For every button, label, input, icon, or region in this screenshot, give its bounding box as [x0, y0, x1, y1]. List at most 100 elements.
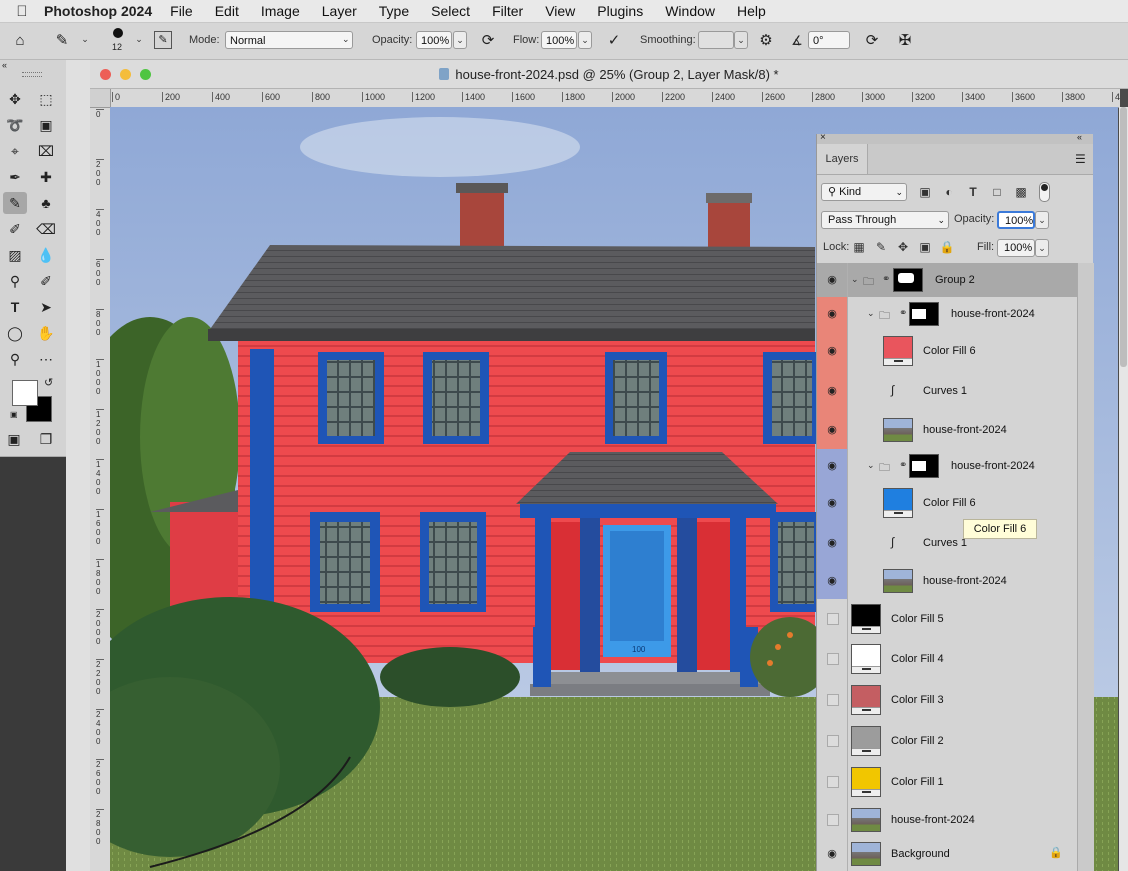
- menu-help[interactable]: Help: [737, 3, 766, 19]
- fill-thumbnail[interactable]: [851, 644, 881, 674]
- eye-icon[interactable]: ◉: [825, 459, 839, 472]
- mode-select[interactable]: Normal: [225, 31, 353, 49]
- blur-tool-icon[interactable]: 💧: [34, 244, 58, 266]
- brush-icon[interactable]: ✎: [52, 31, 72, 51]
- marquee-tool-icon[interactable]: ⬚: [34, 88, 58, 110]
- menu-image[interactable]: Image: [261, 3, 300, 19]
- pressure-size-icon[interactable]: ⟳: [862, 31, 882, 51]
- layer-row-color-fill-5[interactable]: Color Fill 5: [817, 599, 1077, 640]
- layer-row-color-fill-4[interactable]: Color Fill 4: [817, 639, 1077, 681]
- menu-window[interactable]: Window: [665, 3, 715, 19]
- crop-tool-icon[interactable]: ⌖: [3, 140, 27, 162]
- fill-thumbnail[interactable]: [851, 604, 881, 634]
- chevron-down-icon[interactable]: ⌄: [867, 460, 875, 471]
- horizontal-ruler[interactable]: 0 200 400 600 800 1000 1200 1400 1600 1800 2000 220…: [110, 89, 1120, 108]
- eye-icon[interactable]: ◉: [825, 574, 839, 587]
- visibility-toggle[interactable]: [827, 653, 839, 665]
- filter-adjustment-icon[interactable]: ◐: [941, 184, 957, 200]
- default-colors-icon[interactable]: ▣: [10, 410, 18, 419]
- eyedropper-tool-icon[interactable]: ✒: [3, 166, 27, 188]
- eye-icon[interactable]: ◉: [825, 496, 839, 509]
- link-icon[interactable]: ⚭: [882, 274, 890, 285]
- lock-artboard-icon[interactable]: ▣: [917, 239, 933, 255]
- fill-dropdown-icon[interactable]: ⌄: [1035, 239, 1049, 257]
- menu-file[interactable]: File: [170, 3, 193, 19]
- eye-icon[interactable]: ◉: [825, 344, 839, 357]
- layer-row-group-house-front-blue[interactable]: ◉ ⌄ 🗀 ⚭ house-front-2024: [817, 449, 1077, 484]
- image-thumbnail[interactable]: [883, 569, 913, 593]
- layer-opacity-dropdown-icon[interactable]: ⌄: [1035, 211, 1049, 229]
- layer-row-background[interactable]: ◉ Background 🔒: [817, 838, 1077, 871]
- brush-tool-dropdown-icon[interactable]: ⌄: [78, 31, 92, 49]
- menu-edit[interactable]: Edit: [215, 3, 239, 19]
- eye-icon[interactable]: ◉: [825, 423, 839, 436]
- visibility-toggle[interactable]: [827, 735, 839, 747]
- visibility-toggle[interactable]: [827, 613, 839, 625]
- type-tool-icon[interactable]: T: [3, 296, 27, 318]
- lock-image-icon[interactable]: ✎: [873, 239, 889, 255]
- foreground-color-swatch[interactable]: [12, 380, 38, 406]
- opacity-dropdown-icon[interactable]: ⌄: [453, 31, 467, 49]
- layers-scrollbar[interactable]: [1077, 263, 1094, 871]
- blend-mode-select[interactable]: Pass Through ⌄: [821, 211, 949, 229]
- move-tool-icon[interactable]: ✥: [3, 88, 27, 110]
- image-thumbnail[interactable]: [851, 808, 881, 832]
- menu-plugins[interactable]: Plugins: [597, 3, 643, 19]
- layer-mask-thumbnail[interactable]: [909, 302, 939, 326]
- layer-row-color-fill-6-blue[interactable]: ◉ Color Fill 6: [817, 483, 1077, 524]
- image-thumbnail[interactable]: [851, 842, 881, 866]
- link-icon[interactable]: ⚭: [899, 460, 907, 471]
- link-icon[interactable]: ⚭: [899, 308, 907, 319]
- symmetry-icon[interactable]: ✠: [895, 31, 915, 51]
- fill-thumbnail[interactable]: [851, 685, 881, 715]
- layer-row-group-house-front-red[interactable]: ◉ ⌄ 🗀 ⚭ house-front-2024: [817, 297, 1077, 332]
- layer-row-house-front-blue[interactable]: ◉ house-front-2024: [817, 563, 1077, 600]
- object-select-tool-icon[interactable]: ▣: [34, 114, 58, 136]
- hand-tool-icon[interactable]: ✋: [34, 322, 58, 344]
- fill-thumbnail[interactable]: [851, 767, 881, 797]
- ruler-origin[interactable]: [90, 89, 111, 108]
- lock-transparent-icon[interactable]: ▦: [851, 239, 867, 255]
- airbrush-icon[interactable]: ✓: [604, 31, 624, 51]
- layer-row-house-front-base[interactable]: house-front-2024: [817, 803, 1077, 839]
- brush-preview-icon[interactable]: [113, 28, 123, 38]
- stamp-tool-icon[interactable]: ♣: [34, 192, 58, 214]
- fill-thumbnail[interactable]: [851, 726, 881, 756]
- layer-mask-thumbnail[interactable]: [909, 454, 939, 478]
- image-thumbnail[interactable]: [883, 418, 913, 442]
- filter-kind-select[interactable]: ⚲ Kind ⌄: [821, 183, 907, 201]
- angle-field[interactable]: 0°: [808, 31, 850, 49]
- eye-icon[interactable]: ◉: [825, 536, 839, 549]
- fill-thumbnail[interactable]: [883, 336, 913, 366]
- layer-row-color-fill-1[interactable]: Color Fill 1: [817, 762, 1077, 804]
- layer-row-curves-1-red[interactable]: ◉ ∫ Curves 1: [817, 371, 1077, 412]
- layer-opacity-field[interactable]: 100%: [997, 211, 1035, 229]
- gear-icon[interactable]: ⚙: [756, 31, 776, 51]
- healing-brush-tool-icon[interactable]: ✚: [34, 166, 58, 188]
- filter-smart-object-icon[interactable]: ▩: [1013, 184, 1029, 200]
- screen-mode-icon[interactable]: ❐: [34, 428, 58, 450]
- flow-dropdown-icon[interactable]: ⌄: [578, 31, 592, 49]
- dodge-tool-icon[interactable]: ⚲: [3, 270, 27, 292]
- eye-icon[interactable]: ◉: [825, 273, 839, 286]
- scrollbar-thumb[interactable]: [1120, 107, 1127, 367]
- menu-app-name[interactable]: Photoshop 2024: [44, 3, 152, 19]
- filter-pixel-icon[interactable]: ▣: [917, 184, 933, 200]
- opacity-field[interactable]: 100%: [416, 31, 452, 49]
- pressure-opacity-icon[interactable]: ⟳: [478, 31, 498, 51]
- fill-field[interactable]: 100%: [997, 239, 1035, 257]
- visibility-toggle[interactable]: [827, 814, 839, 826]
- collapse-panel-icon[interactable]: «: [1077, 132, 1082, 142]
- menu-view[interactable]: View: [545, 3, 575, 19]
- filter-type-icon[interactable]: T: [965, 184, 981, 200]
- quick-mask-icon[interactable]: ▣: [2, 428, 26, 450]
- eye-icon[interactable]: ◉: [825, 384, 839, 397]
- brush-settings-icon[interactable]: ✎: [154, 31, 172, 49]
- home-icon[interactable]: ⌂: [10, 31, 30, 51]
- layer-row-curves-1-blue[interactable]: ◉ ∫ Curves 1: [817, 523, 1077, 564]
- lock-all-icon[interactable]: 🔒: [939, 239, 955, 255]
- layer-row-color-fill-2[interactable]: Color Fill 2: [817, 721, 1077, 763]
- layers-panel-header[interactable]: × «: [817, 132, 1093, 144]
- menu-select[interactable]: Select: [431, 3, 470, 19]
- more-tools-icon[interactable]: ⋯: [34, 348, 58, 370]
